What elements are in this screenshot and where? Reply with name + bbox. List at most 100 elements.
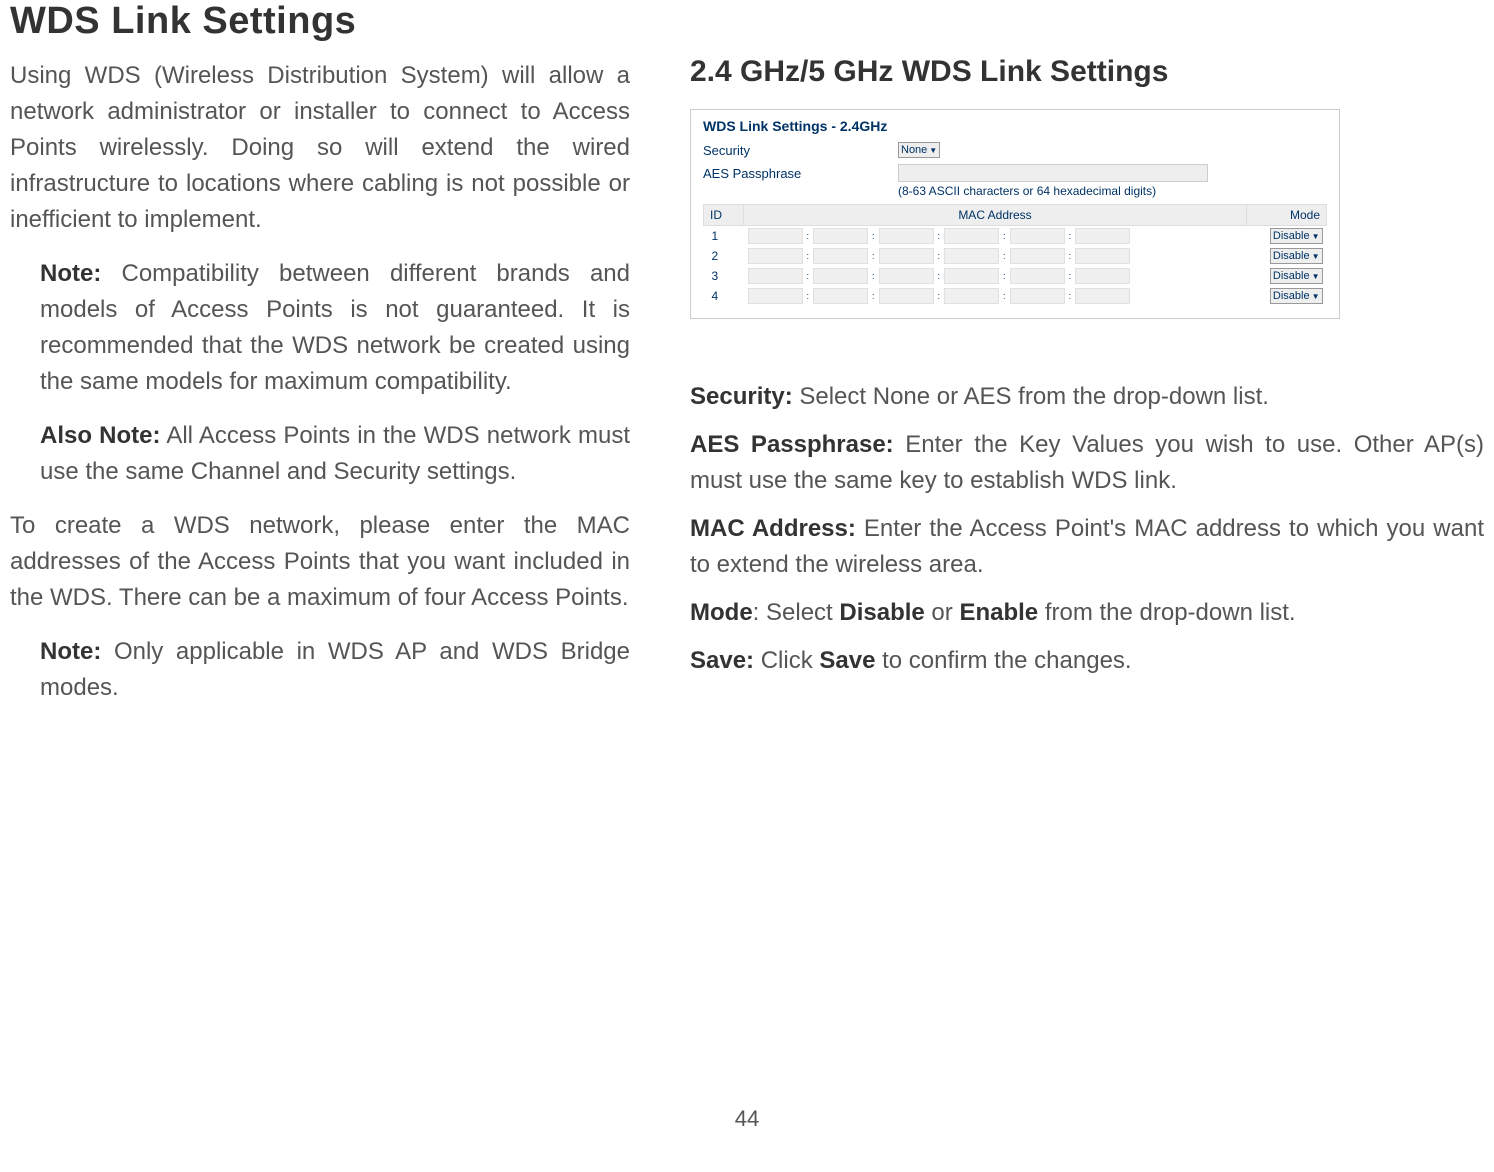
note-channel-security: Also Note: All Access Points in the WDS … <box>10 418 630 490</box>
octet-separator: : <box>938 271 941 281</box>
passphrase-label: AES Passphrase <box>703 166 898 181</box>
octet-separator: : <box>1003 271 1006 281</box>
mac-octet-input[interactable] <box>748 228 803 244</box>
table-row: 1:::::Disable▼ <box>704 226 1327 247</box>
mac-octet-input[interactable] <box>1075 228 1130 244</box>
octet-separator: : <box>807 271 810 281</box>
mode-select[interactable]: Disable▼ <box>1270 268 1323 284</box>
octet-separator: : <box>807 251 810 261</box>
section-heading: 2.4 GHz/5 GHz WDS Link Settings <box>690 55 1484 89</box>
octet-separator: : <box>1069 291 1072 301</box>
mac-address-cell: ::::: <box>744 246 1247 266</box>
passphrase-hint: (8-63 ASCII characters or 64 hexadecimal… <box>898 184 1156 198</box>
note-text: Compatibility between different brands a… <box>40 260 630 395</box>
def-aes-passphrase: AES Passphrase: Enter the Key Values you… <box>690 427 1484 499</box>
mac-octet-input[interactable] <box>813 268 868 284</box>
mac-octet-input[interactable] <box>944 228 999 244</box>
def-label: MAC Address: <box>690 515 856 542</box>
mac-octet-input[interactable] <box>1075 288 1130 304</box>
row-id: 3 <box>704 266 744 286</box>
row-id: 2 <box>704 246 744 266</box>
chevron-down-icon: ▼ <box>1312 252 1320 261</box>
note-label: Note: <box>40 638 101 665</box>
def-text: : Select <box>753 599 840 626</box>
octet-separator: : <box>1003 231 1006 241</box>
mac-address-table: ID MAC Address Mode 1:::::Disable▼2:::::… <box>703 204 1327 306</box>
note-applicable-modes: Note: Only applicable in WDS AP and WDS … <box>10 634 630 706</box>
def-text: Click <box>754 647 819 674</box>
octet-separator: : <box>872 251 875 261</box>
table-header-mac: MAC Address <box>744 205 1247 226</box>
mac-address-cell: ::::: <box>744 226 1247 247</box>
mode-select[interactable]: Disable▼ <box>1270 248 1323 264</box>
security-label: Security <box>703 143 898 158</box>
def-mode: Mode: Select Disable or Enable from the … <box>690 595 1484 631</box>
mac-octet-input[interactable] <box>1075 248 1130 264</box>
security-select[interactable]: None ▼ <box>898 142 940 158</box>
mac-octet-input[interactable] <box>944 248 999 264</box>
mac-octet-input[interactable] <box>813 248 868 264</box>
octet-separator: : <box>872 271 875 281</box>
mac-octet-input[interactable] <box>1010 248 1065 264</box>
def-text: from the drop-down list. <box>1038 599 1295 626</box>
mac-octet-input[interactable] <box>748 248 803 264</box>
mac-octet-input[interactable] <box>1010 288 1065 304</box>
row-id: 1 <box>704 226 744 247</box>
mac-octet-input[interactable] <box>813 288 868 304</box>
mode-value: Disable <box>1273 270 1310 282</box>
octet-separator: : <box>1069 271 1072 281</box>
mac-address-cell: ::::: <box>744 286 1247 306</box>
note-text: Only applicable in WDS AP and WDS Bridge… <box>40 638 630 701</box>
octet-separator: : <box>1003 251 1006 261</box>
chevron-down-icon: ▼ <box>1312 292 1320 301</box>
create-wds-paragraph: To create a WDS network, please enter th… <box>10 508 630 616</box>
intro-paragraph: Using WDS (Wireless Distribution System)… <box>10 58 630 238</box>
mac-octet-input[interactable] <box>1010 228 1065 244</box>
mac-address-cell: ::::: <box>744 266 1247 286</box>
octet-separator: : <box>1069 251 1072 261</box>
mode-value: Disable <box>1273 250 1310 262</box>
octet-separator: : <box>938 251 941 261</box>
def-label: Mode <box>690 599 753 626</box>
table-header-id: ID <box>704 205 744 226</box>
octet-separator: : <box>938 291 941 301</box>
mode-select[interactable]: Disable▼ <box>1270 288 1323 304</box>
mac-octet-input[interactable] <box>944 288 999 304</box>
def-label: Save: <box>690 647 754 674</box>
mac-octet-input[interactable] <box>1010 268 1065 284</box>
mac-octet-input[interactable] <box>944 268 999 284</box>
octet-separator: : <box>807 231 810 241</box>
mode-value: Disable <box>1273 290 1310 302</box>
mac-octet-input[interactable] <box>748 288 803 304</box>
mode-cell: Disable▼ <box>1247 286 1327 306</box>
mode-disable: Disable <box>839 599 924 626</box>
mac-octet-input[interactable] <box>879 248 934 264</box>
octet-separator: : <box>938 231 941 241</box>
mode-select[interactable]: Disable▼ <box>1270 228 1323 244</box>
mac-octet-input[interactable] <box>879 288 934 304</box>
mac-octet-input[interactable] <box>879 268 934 284</box>
aes-passphrase-input[interactable] <box>898 164 1208 182</box>
mac-octet-input[interactable] <box>813 228 868 244</box>
wds-settings-panel: WDS Link Settings - 2.4GHz Security None… <box>690 109 1340 319</box>
chevron-down-icon: ▼ <box>1312 232 1320 241</box>
table-row: 4:::::Disable▼ <box>704 286 1327 306</box>
mac-octet-input[interactable] <box>748 268 803 284</box>
mac-octet-input[interactable] <box>1075 268 1130 284</box>
panel-title: WDS Link Settings - 2.4GHz <box>703 118 1327 134</box>
octet-separator: : <box>872 291 875 301</box>
mode-cell: Disable▼ <box>1247 266 1327 286</box>
passphrase-row: AES Passphrase <box>703 164 1327 182</box>
def-text: Select None or AES from the drop-down li… <box>793 383 1269 410</box>
security-row: Security None ▼ <box>703 142 1327 158</box>
table-row: 3:::::Disable▼ <box>704 266 1327 286</box>
table-header-mode: Mode <box>1247 205 1327 226</box>
mode-value: Disable <box>1273 230 1310 242</box>
note-compatibility: Note: Compatibility between different br… <box>10 256 630 400</box>
def-save: Save: Click Save to confirm the changes. <box>690 643 1484 679</box>
mac-octet-input[interactable] <box>879 228 934 244</box>
def-security: Security: Select None or AES from the dr… <box>690 379 1484 415</box>
page-number: 44 <box>735 1106 759 1132</box>
save-bold: Save <box>819 647 875 674</box>
security-value: None <box>901 144 927 156</box>
